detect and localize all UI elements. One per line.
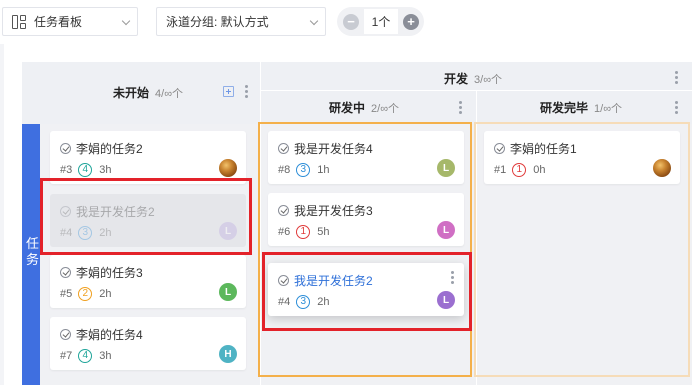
task-id: #8: [278, 164, 291, 176]
task-title: 李娟的任务2: [76, 142, 143, 156]
task-card[interactable]: 我是开发任务3 #6 1 5h L: [268, 193, 464, 246]
priority-badge: 1: [296, 225, 311, 239]
task-title: 我是开发任务3: [294, 204, 373, 218]
column-count: 2/∞个: [371, 102, 400, 115]
highlight-box: [40, 178, 252, 255]
task-check-icon: [278, 205, 289, 216]
task-title: 李娟的任务4: [76, 328, 143, 342]
task-meta: #8 3 1h: [278, 163, 330, 177]
priority-badge: 4: [78, 163, 93, 177]
task-id: #3: [60, 164, 73, 176]
avatar[interactable]: [219, 159, 237, 177]
header-divider: [260, 62, 261, 124]
task-hours: 0h: [533, 164, 546, 176]
lane-group-select[interactable]: 泳道分组: 默认方式: [156, 7, 326, 36]
quantity-stepper: − 1个 +: [337, 7, 424, 36]
column-name: 开发: [444, 72, 469, 86]
task-title-row: 李娟的任务2: [60, 140, 143, 157]
task-id: #6: [278, 226, 291, 238]
column-count: 4/∞个: [155, 87, 184, 100]
task-title: 李娟的任务3: [76, 266, 143, 280]
chevron-down-icon: [121, 16, 131, 26]
task-title-row: 李娟的任务1: [494, 140, 577, 157]
priority-badge: 1: [512, 163, 527, 177]
view-select-label: 任务看板: [34, 15, 83, 29]
stepper-value[interactable]: 1个: [364, 9, 398, 34]
board-view-icon: [12, 14, 26, 29]
priority-badge: 3: [296, 163, 311, 177]
task-hours: 2h: [99, 288, 112, 300]
column-name: 研发中: [329, 101, 366, 115]
task-id: #7: [60, 350, 73, 362]
avatar[interactable]: H: [219, 345, 237, 363]
more-icon[interactable]: [675, 71, 678, 84]
task-check-icon: [494, 143, 505, 154]
task-title-row: 李娟的任务4: [60, 326, 143, 343]
minus-button[interactable]: −: [343, 13, 359, 30]
task-title-row: 我是开发任务4: [278, 140, 373, 157]
more-icon[interactable]: [675, 101, 678, 114]
task-meta: #7 4 3h: [60, 349, 112, 363]
column-header-not-started[interactable]: 未开始 4/∞个: [113, 84, 183, 101]
column-count: 1/∞个: [594, 102, 623, 115]
toolbar: 任务看板 泳道分组: 默认方式 − 1个 +: [0, 0, 692, 44]
task-title: 我是开发任务4: [294, 142, 373, 156]
highlight-box: [262, 252, 472, 331]
task-hours: 3h: [99, 164, 112, 176]
chevron-down-icon: [309, 16, 319, 26]
task-meta: #6 1 5h: [278, 225, 330, 239]
column-name: 未开始: [113, 86, 150, 100]
task-card[interactable]: 李娟的任务3 #5 2 2h L: [50, 255, 246, 308]
plus-button[interactable]: +: [403, 13, 419, 30]
column-header-dev[interactable]: 开发 3/∞个: [444, 70, 502, 87]
task-check-icon: [278, 143, 289, 154]
task-hours: 3h: [99, 350, 112, 362]
task-check-icon: [60, 143, 71, 154]
avatar[interactable]: [653, 159, 671, 177]
task-meta: #3 4 3h: [60, 163, 112, 177]
column-header-in-dev[interactable]: 研发中 2/∞个: [329, 99, 399, 116]
header-divider: [476, 91, 477, 124]
avatar[interactable]: L: [437, 221, 455, 239]
view-select[interactable]: 任务看板: [2, 7, 138, 36]
more-icon[interactable]: [245, 85, 248, 98]
column-header-dev-done[interactable]: 研发完毕 1/∞个: [540, 99, 622, 116]
task-meta: #5 2 2h: [60, 287, 112, 301]
task-title-row: 李娟的任务3: [60, 264, 143, 281]
expand-icon[interactable]: [223, 86, 234, 97]
task-card[interactable]: 李娟的任务1 #1 1 0h: [484, 131, 680, 184]
task-check-icon: [60, 267, 71, 278]
column-name: 研发完毕: [540, 101, 589, 115]
avatar[interactable]: L: [219, 283, 237, 301]
more-icon[interactable]: [459, 101, 462, 114]
task-card[interactable]: 李娟的任务2 #3 4 3h: [50, 131, 246, 184]
column-count: 3/∞个: [474, 73, 503, 86]
task-title: 李娟的任务1: [510, 142, 577, 156]
task-title-row: 我是开发任务3: [278, 202, 373, 219]
priority-badge: 2: [78, 287, 93, 301]
task-meta: #1 1 0h: [494, 163, 546, 177]
priority-badge: 4: [78, 349, 93, 363]
lane-group-label: 泳道分组: 默认方式: [166, 15, 269, 29]
task-id: #5: [60, 288, 73, 300]
task-check-icon: [60, 329, 71, 340]
task-card[interactable]: 我是开发任务4 #8 3 1h L: [268, 131, 464, 184]
swimlane-label: 任务: [26, 236, 40, 267]
avatar[interactable]: L: [437, 159, 455, 177]
task-hours: 1h: [317, 164, 330, 176]
task-id: #1: [494, 164, 507, 176]
task-card[interactable]: 李娟的任务4 #7 4 3h H: [50, 317, 246, 370]
task-hours: 5h: [317, 226, 330, 238]
